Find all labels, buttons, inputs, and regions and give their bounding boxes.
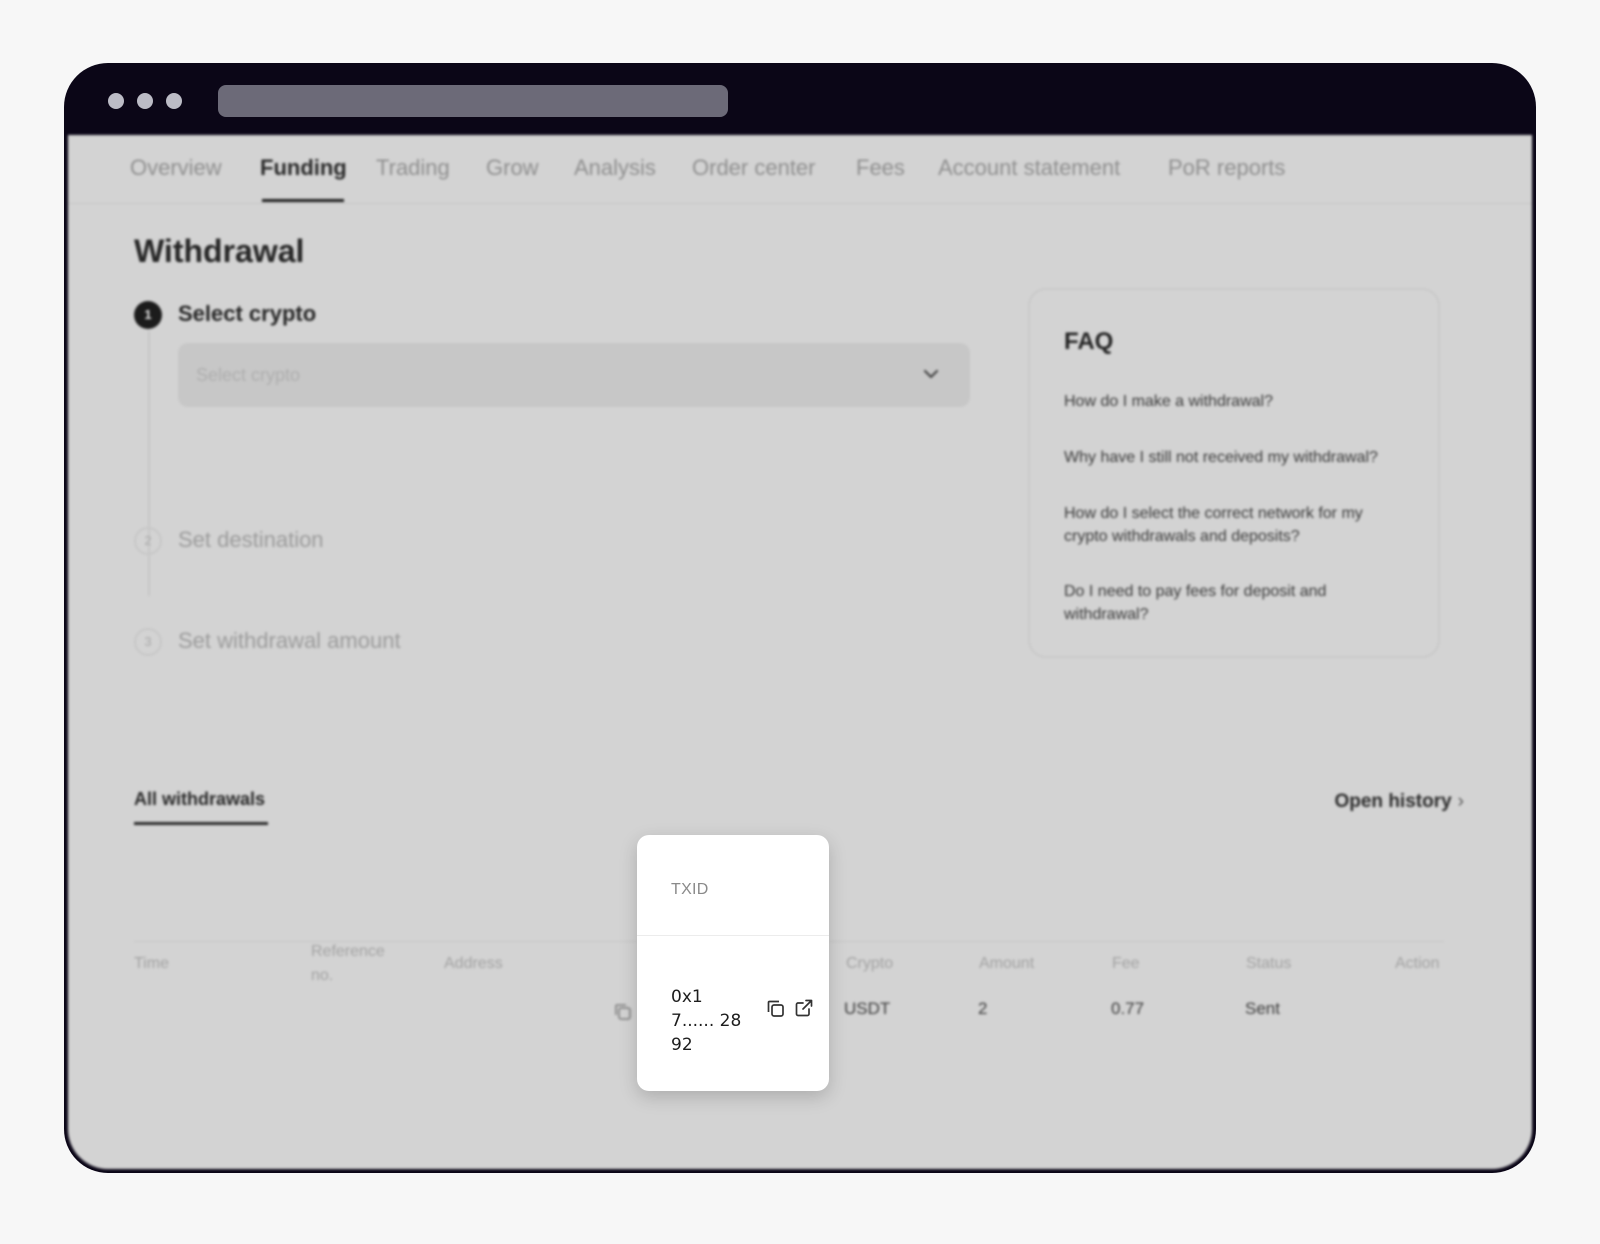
all-withdrawals-tab-indicator: [134, 822, 268, 825]
faq-link[interactable]: How do I select the correct network for …: [1064, 502, 1404, 548]
tab-overview[interactable]: Overview: [130, 155, 222, 181]
active-tab-indicator: [262, 199, 344, 202]
tab-por-reports[interactable]: PoR reports: [1168, 155, 1285, 181]
top-nav-tabs: Overview Funding Trading Grow Analysis O…: [68, 135, 1532, 204]
step-3-label: Set withdrawal amount: [178, 628, 401, 653]
table-row-crypto: USDT: [844, 999, 891, 1018]
browser-titlebar: [64, 63, 1536, 135]
column-header-status: Status: [1246, 955, 1292, 972]
txid-column-header: TXID: [671, 881, 709, 898]
select-crypto-placeholder: Select crypto: [196, 365, 301, 385]
chevron-down-icon: [922, 367, 940, 386]
column-header-crypto: Crypto: [846, 955, 894, 972]
step-2-label: Set destination: [178, 527, 324, 552]
column-header-fee: Fee: [1112, 955, 1140, 972]
table-row-fee: 0.77: [1111, 999, 1145, 1018]
step-1-label: Select crypto: [178, 301, 317, 326]
open-history-link[interactable]: Open history ›: [1334, 791, 1464, 813]
open-history-label: Open history: [1334, 791, 1452, 812]
all-withdrawals-tab[interactable]: All withdrawals: [134, 789, 265, 810]
column-header-amount: Amount: [979, 955, 1035, 972]
window-dot-icon[interactable]: [108, 93, 124, 109]
step-1-badge: 1: [134, 301, 162, 329]
table-row-amount: 2: [978, 999, 988, 1018]
txid-value: 0x17...... 2892: [671, 987, 742, 1055]
tab-order-center[interactable]: Order center: [692, 155, 816, 181]
copy-icon[interactable]: [612, 1001, 634, 1028]
txid-popup: TXID 0x17...... 2892: [637, 835, 829, 1091]
column-header-action: Action: [1395, 955, 1440, 972]
tab-account-statement[interactable]: Account statement: [938, 155, 1120, 181]
external-link-icon[interactable]: [793, 997, 815, 1024]
tab-fees[interactable]: Fees: [856, 155, 905, 181]
window-dot-icon[interactable]: [166, 93, 182, 109]
tab-funding[interactable]: Funding: [260, 155, 347, 181]
tab-grow[interactable]: Grow: [486, 155, 539, 181]
window-dot-icon[interactable]: [137, 93, 153, 109]
faq-link[interactable]: Do I need to pay fees for deposit and wi…: [1064, 580, 1404, 626]
tab-trading[interactable]: Trading: [376, 155, 450, 181]
address-bar[interactable]: [218, 85, 728, 117]
step-2-badge: 2: [134, 527, 162, 555]
step-3-badge: 3: [134, 628, 162, 656]
copy-icon[interactable]: [764, 997, 786, 1024]
column-header-time: Time: [134, 955, 169, 972]
column-header-address: Address: [444, 955, 503, 972]
chevron-right-icon: ›: [1457, 791, 1464, 812]
txid-popup-divider: [637, 935, 829, 936]
tab-analysis[interactable]: Analysis: [574, 155, 656, 181]
faq-link[interactable]: Why have I still not received my withdra…: [1064, 446, 1404, 469]
faq-link[interactable]: How do I make a withdrawal?: [1064, 390, 1404, 413]
page-title: Withdrawal: [134, 233, 305, 269]
select-crypto-dropdown[interactable]: Select crypto: [178, 343, 970, 407]
faq-title: FAQ: [1064, 328, 1114, 355]
step-connector-line: [148, 331, 150, 596]
table-row-status: Sent: [1245, 999, 1280, 1018]
screenshot-frame: Overview Funding Trading Grow Analysis O…: [0, 0, 1600, 1244]
faq-card: FAQ How do I make a withdrawal? Why have…: [1028, 288, 1440, 658]
column-header-reference: Reference no.: [311, 943, 385, 984]
